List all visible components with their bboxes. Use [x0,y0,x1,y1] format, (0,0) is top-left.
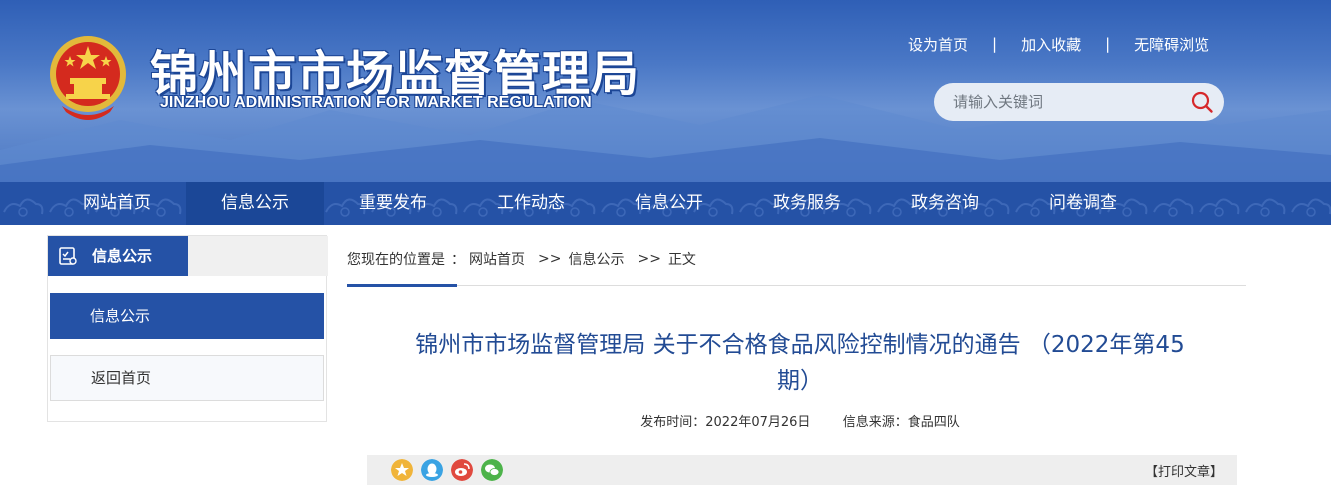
sidebar-heading-label: 信息公示 [92,247,153,265]
sidebar: 信息公示 信息公示 返回首页 [47,235,328,422]
nav-item-gov-consult[interactable]: 政务咨询 [876,182,1014,225]
nav-item-gov-services[interactable]: 政务服务 [738,182,876,225]
nav-item-home[interactable]: 网站首页 [48,182,186,225]
sidebar-item-back-home[interactable]: 返回首页 [50,355,324,401]
article-title: 锦州市市场监督管理局 关于不合格食品风险控制情况的通告 （2022年第45期） [415,332,1185,394]
breadcrumb: 您现在的位置是 ： 网站首页 >> 信息公示 >> 正文 [347,248,702,270]
breadcrumb-divider [347,285,1246,286]
nav-items: 网站首页 信息公示 重要发布 工作动态 信息公开 政务服务 政务咨询 问卷调查 [48,182,1152,225]
set-homepage-link[interactable]: 设为首页 [908,34,968,55]
article-meta: 发布时间：2022年07月26日 信息来源：食品四队 [400,411,1200,430]
national-emblem-icon [50,36,126,120]
wechat-icon[interactable] [481,459,503,481]
nav-item-important-releases[interactable]: 重要发布 [324,182,462,225]
nav-item-info-publicity[interactable]: 信息公示 [186,182,324,225]
sidebar-heading: 信息公示 [48,236,188,276]
nav-item-work-news[interactable]: 工作动态 [462,182,600,225]
nav-item-info-disclosure[interactable]: 信息公开 [600,182,738,225]
print-article-link[interactable]: 【打印文章】 [1145,461,1223,480]
top-links: 设为首页 | 加入收藏 | 无障碍浏览 [908,33,1209,55]
site-subtitle: JINZHOU ADMINISTRATION FOR MARKET REGULA… [160,94,592,111]
search-input[interactable] [953,84,1183,120]
breadcrumb-separator: >> [538,251,562,267]
weibo-icon[interactable] [451,459,473,481]
top-link-separator: | [1105,35,1111,53]
top-link-separator: | [992,35,998,53]
breadcrumb-info-publicity[interactable]: 信息公示 [568,249,624,269]
info-source: 信息来源：食品四队 [842,415,960,430]
sidebar-heading-tail [172,236,188,276]
breadcrumb-divider-highlight [347,284,457,287]
breadcrumb-colon: ： [451,252,465,268]
breadcrumb-separator: >> [637,251,661,267]
breadcrumb-current: 正文 [667,252,696,268]
qzone-icon[interactable] [391,459,413,481]
nav-item-survey[interactable]: 问卷调查 [1014,182,1152,225]
search-box [934,83,1224,121]
checklist-icon [59,247,77,265]
qq-icon[interactable] [421,459,443,481]
sidebar-header: 信息公示 [48,236,328,276]
main-nav: 网站首页 信息公示 重要发布 工作动态 信息公开 政务服务 政务咨询 问卷调查 [0,182,1331,225]
share-icons [391,459,511,481]
publish-date: 发布时间：2022年07月26日 [640,415,811,430]
share-bar: 【打印文章】 [367,455,1237,485]
header-banner: 锦州市市场监督管理局 JINZHOU ADMINISTRATION FOR MA… [0,0,1331,182]
accessibility-link[interactable]: 无障碍浏览 [1134,34,1209,55]
search-icon[interactable] [1190,90,1214,114]
breadcrumb-home[interactable]: 网站首页 [469,249,525,269]
sidebar-item-info-publicity[interactable]: 信息公示 [50,293,324,339]
add-favorite-link[interactable]: 加入收藏 [1021,34,1081,55]
breadcrumb-label: 您现在的位置是 [347,252,445,268]
